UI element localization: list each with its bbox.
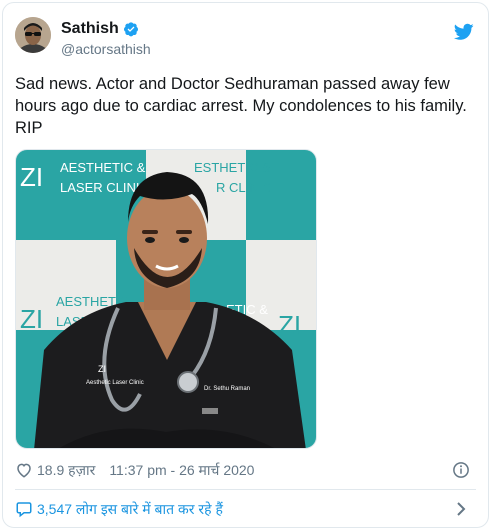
backdrop-text-right-1: ESTHETIC & bbox=[194, 160, 271, 175]
coat-logo-text: Aesthetic Laser Clinic bbox=[86, 380, 144, 386]
user-handle[interactable]: @actorsathish bbox=[61, 41, 151, 57]
conversation-link[interactable]: 3,547 लोग इस बारे में बात कर रहे हैं bbox=[15, 497, 476, 521]
display-name[interactable]: Sathish bbox=[61, 20, 119, 38]
info-icon[interactable] bbox=[452, 461, 470, 479]
tweet-card: Sathish @actorsathish Sad news. Actor an… bbox=[2, 2, 489, 528]
tweet-text: Sad news. Actor and Doctor Sedhuraman pa… bbox=[15, 75, 467, 137]
coat-logo: ZI bbox=[98, 364, 106, 374]
verified-badge-icon bbox=[123, 21, 139, 37]
comment-icon bbox=[15, 500, 33, 518]
backdrop-logo-right: ZI bbox=[278, 310, 301, 340]
like-count[interactable]: 18.9 हज़ार bbox=[37, 461, 95, 480]
heart-icon[interactable] bbox=[15, 461, 33, 479]
conversation-label: 3,547 लोग इस बारे में बात कर रहे हैं bbox=[37, 500, 223, 517]
display-name-row: Sathish bbox=[61, 19, 151, 39]
author-names: Sathish @actorsathish bbox=[61, 19, 151, 57]
chevron-right-icon bbox=[456, 502, 466, 516]
backdrop-logo-lower: ZI bbox=[20, 304, 43, 334]
backdrop-logo: ZI bbox=[20, 162, 43, 192]
avatar-image bbox=[15, 17, 51, 53]
tweet-photo[interactable]: ZI AESTHETIC & LASER CLINIC ESTHETIC & R… bbox=[15, 149, 317, 449]
coat-name: Dr. Sethu Raman bbox=[204, 386, 250, 392]
tweet-header: Sathish @actorsathish bbox=[15, 17, 476, 61]
backdrop-text-1: AESTHETIC & bbox=[60, 160, 146, 175]
avatar[interactable] bbox=[15, 17, 51, 53]
tweet-meta: 18.9 हज़ार 11:37 pm - 26 मार्च 2020 bbox=[15, 459, 476, 481]
backdrop-text-right-2: R CLINIC bbox=[216, 180, 272, 195]
twitter-bird-icon[interactable] bbox=[453, 23, 474, 41]
divider bbox=[15, 489, 476, 490]
timestamp-link[interactable]: 11:37 pm - 26 मार्च 2020 bbox=[109, 461, 254, 480]
doctor-photo: ZI AESTHETIC & LASER CLINIC ESTHETIC & R… bbox=[16, 150, 316, 448]
